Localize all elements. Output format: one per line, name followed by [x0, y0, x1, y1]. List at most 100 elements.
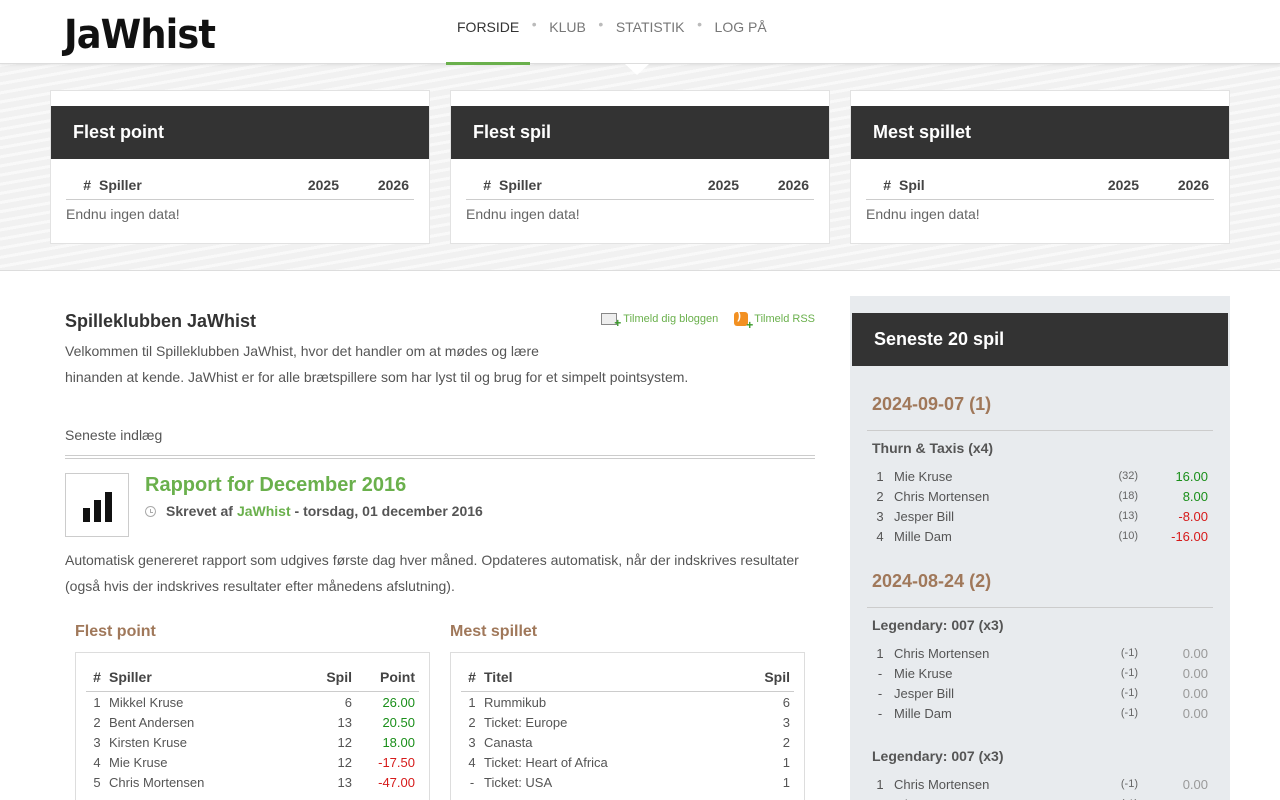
- result-points: 16.00: [1175, 468, 1208, 484]
- game-date: 2024-09-07 (1): [872, 394, 992, 414]
- result-rank: 3: [876, 508, 884, 524]
- result-player[interactable]: Chris Mortensen: [888, 777, 1098, 792]
- game-result-row: 1 Chris Mortensen (-1) 0.00: [872, 643, 1208, 663]
- chart-bar: [82, 508, 90, 522]
- nav-log-paa[interactable]: LOG PÅ: [704, 0, 778, 64]
- game-title[interactable]: Legendary: 007 (x3): [872, 748, 1004, 764]
- card-table: # Spiller 2025 2026 Endnu ingen data!: [66, 171, 414, 222]
- result-player[interactable]: Mie Kruse: [888, 469, 1098, 484]
- row-player[interactable]: Bent Andersen: [108, 715, 292, 730]
- section-flest-point-title: Flest point: [75, 623, 156, 640]
- row-games: 3: [782, 714, 790, 730]
- result-count: (-1): [1120, 778, 1138, 790]
- author-link[interactable]: JaWhist: [237, 503, 291, 519]
- row-points: -17.50: [378, 754, 415, 770]
- game-result-row: 3 Jesper Bill (13) -8.00: [872, 506, 1208, 526]
- col-hash: #: [83, 177, 91, 193]
- col-year-2: 2026: [777, 177, 809, 193]
- nav-separator: •: [531, 16, 537, 32]
- mest-spillet-table: # Titel Spil 1 Rummikub 6 2 Ticket: Europe 3 3…: [450, 652, 805, 800]
- result-player[interactable]: Chris Mortensen: [888, 489, 1098, 504]
- result-rank: -: [877, 665, 883, 681]
- rss-icon: [734, 310, 753, 332]
- site-logo[interactable]: JaWhist: [64, 12, 216, 58]
- row-rank: 3: [468, 734, 476, 750]
- row-player[interactable]: Mikkel Kruse: [108, 695, 292, 710]
- result-rank: -: [877, 685, 883, 701]
- clock-icon: [145, 505, 156, 517]
- empty-message: Endnu ingen data!: [866, 206, 980, 222]
- table-header: # Spiller Spil Point: [86, 665, 419, 692]
- result-points: 0.00: [1182, 705, 1208, 721]
- game-title[interactable]: Thurn & Taxis (x4): [872, 440, 993, 456]
- table-header: # Spil 2025 2026: [866, 171, 1214, 200]
- result-points: 8.00: [1182, 488, 1208, 504]
- result-points: -16.00: [1171, 528, 1208, 544]
- result-points: 0.00: [1138, 797, 1208, 800]
- table-body: 1 Rummikub 6 2 Ticket: Europe 3 3 Canasta 2 4 Tick…: [461, 692, 794, 792]
- row-rank: 4: [468, 754, 476, 770]
- result-rank: -: [877, 705, 883, 721]
- col-hash: #: [883, 177, 891, 193]
- col-hash: #: [93, 669, 101, 685]
- row-game-title[interactable]: Rummikub: [483, 695, 734, 710]
- blog-title: Spilleklubben JaWhist: [65, 311, 257, 331]
- post-title-link[interactable]: Rapport for December 2016: [145, 474, 406, 497]
- row-player[interactable]: Kirsten Kruse: [108, 735, 292, 750]
- result-player[interactable]: Jesper Bill: [888, 509, 1098, 524]
- col-year-1: 2025: [707, 177, 739, 193]
- game-title[interactable]: Legendary: 007 (x3): [872, 617, 1004, 633]
- result-player[interactable]: Jesper Bill: [888, 686, 1098, 701]
- result-player[interactable]: Mille Dam: [888, 706, 1098, 721]
- body-line: Automatisk genereret rapport som udgives…: [65, 552, 799, 568]
- row-player[interactable]: Mie Kruse: [108, 755, 292, 770]
- row-rank: 3: [93, 734, 101, 750]
- row-player[interactable]: Chris Mortensen: [108, 775, 292, 790]
- result-count: (13): [1118, 510, 1138, 522]
- result-points: 0.00: [1182, 776, 1208, 792]
- nav-statistik[interactable]: STATISTIK: [605, 0, 696, 64]
- game-result-row: 4 Mille Dam (10) -16.00: [872, 526, 1208, 546]
- row-games: 6: [344, 694, 352, 710]
- row-games: 13: [337, 774, 352, 790]
- result-player[interactable]: Mie Kruse: [888, 797, 1098, 800]
- result-rank: 4: [876, 528, 884, 544]
- row-game-title[interactable]: Ticket: Europe: [483, 715, 734, 730]
- nav-forside[interactable]: FORSIDE: [446, 0, 531, 65]
- meta-date: - torsdag, 01 december 2016: [290, 503, 483, 519]
- latest-posts-label: Seneste indlæg: [65, 427, 163, 443]
- table-body: 1 Mikkel Kruse 6 26.00 2 Bent Andersen 13 20.50…: [86, 692, 419, 792]
- row-game-title[interactable]: Ticket: USA: [483, 775, 734, 790]
- row-games: 12: [337, 734, 352, 750]
- row-game-title[interactable]: Ticket: Heart of Africa: [483, 755, 734, 770]
- subscribe-rss-link[interactable]: Tilmeld RSS: [734, 310, 815, 332]
- row-game-title[interactable]: Canasta: [483, 735, 734, 750]
- empty-message: Endnu ingen data!: [66, 206, 180, 222]
- result-rank: 2: [876, 488, 884, 504]
- row-games: 2: [782, 734, 790, 750]
- row-rank: 4: [93, 754, 101, 770]
- card-table: # Spiller 2025 2026 Endnu ingen data!: [466, 171, 814, 222]
- result-player[interactable]: Mie Kruse: [888, 666, 1098, 681]
- site-header: JaWhist FORSIDE • KLUB • STATISTIK • LOG…: [0, 0, 1280, 65]
- body-line: (også hvis der indskrives resultater eft…: [65, 578, 455, 594]
- nav-klub[interactable]: KLUB: [538, 0, 597, 64]
- subscribe-blog-link[interactable]: Tilmeld dig bloggen: [601, 312, 718, 330]
- row-games: 12: [337, 754, 352, 770]
- card-title: Flest spil: [451, 106, 829, 159]
- result-points: 0.00: [1182, 685, 1208, 701]
- game-result-row: - Jesper Bill (-1) 0.00: [872, 683, 1208, 703]
- result-count: (-1): [1120, 687, 1138, 699]
- game-result-row: 2 Chris Mortensen (18) 8.00: [872, 486, 1208, 506]
- intro-line: Velkommen til Spilleklubben JaWhist, hvo…: [65, 343, 539, 359]
- result-player[interactable]: Chris Mortensen: [888, 646, 1098, 661]
- empty-message: Endnu ingen data!: [466, 206, 580, 222]
- col-spil: Spil: [764, 669, 790, 685]
- result-player[interactable]: Mille Dam: [888, 529, 1098, 544]
- row-rank: -: [469, 774, 475, 790]
- result-points: -8.00: [1178, 508, 1208, 524]
- game-result-row: - Mille Dam (-1) 0.00: [872, 703, 1208, 723]
- chart-bar: [93, 500, 101, 522]
- result-count: (18): [1118, 490, 1138, 502]
- row-rank: 5: [93, 774, 101, 790]
